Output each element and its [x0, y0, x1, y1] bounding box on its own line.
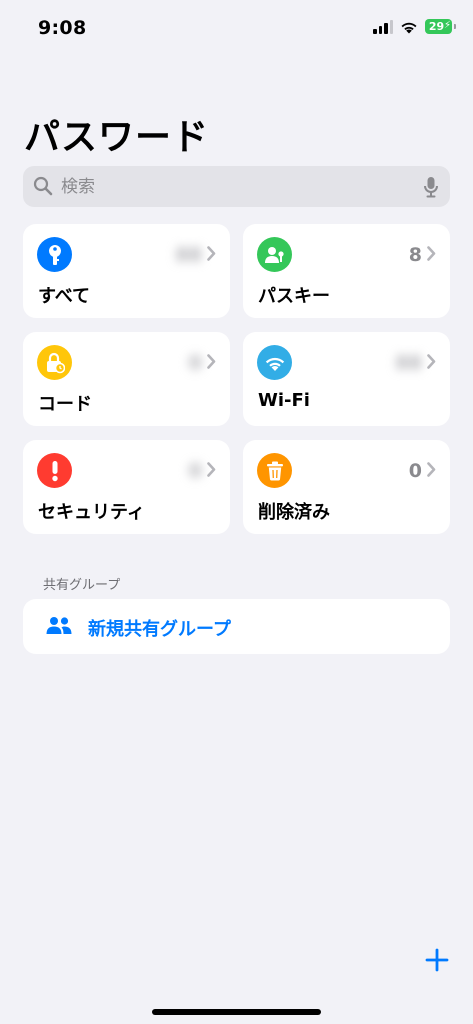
- category-count: 0: [188, 460, 202, 482]
- new-shared-group-label: 新規共有グループ: [88, 619, 231, 640]
- page-title: パスワード: [24, 117, 210, 158]
- category-card-wifi[interactable]: 88 Wi-Fi: [243, 332, 450, 426]
- category-label: コード: [38, 394, 92, 415]
- category-card-deleted[interactable]: 0 削除済み: [243, 440, 450, 534]
- chevron-right-icon: [427, 246, 436, 261]
- category-count: 8: [408, 244, 422, 266]
- category-label: セキュリティ: [38, 502, 145, 523]
- category-count: 0: [408, 460, 422, 482]
- chevron-right-icon: [207, 246, 216, 261]
- category-label: すべて: [38, 286, 91, 307]
- plus-icon[interactable]: [422, 945, 452, 975]
- status-icons: 29 ⚡: [373, 19, 456, 34]
- passwords-screen: 9:08 29 ⚡ パスワード 検索 88 すべて 8 パスキー 0 コード 8…: [0, 0, 473, 1024]
- new-shared-group-button[interactable]: 新規共有グループ: [23, 599, 450, 654]
- battery-level: 29: [428, 20, 445, 33]
- category-count: 88: [175, 244, 202, 266]
- category-card-all[interactable]: 88 すべて: [23, 224, 230, 318]
- status-bar: 9:08 29 ⚡: [0, 0, 473, 56]
- category-count: 0: [188, 352, 202, 374]
- lock-clock-icon: [37, 345, 72, 380]
- person-key-icon: [257, 237, 292, 272]
- category-label: Wi-Fi: [258, 390, 310, 411]
- chevron-right-icon: [207, 354, 216, 369]
- category-card-passkeys[interactable]: 8 パスキー: [243, 224, 450, 318]
- search-input[interactable]: [61, 166, 421, 207]
- key-icon: [37, 237, 72, 272]
- chevron-right-icon: [207, 462, 216, 477]
- category-count: 88: [395, 352, 422, 374]
- microphone-icon[interactable]: [424, 176, 438, 198]
- wifi-icon: [401, 22, 417, 33]
- category-card-codes[interactable]: 0 コード: [23, 332, 230, 426]
- category-card-security[interactable]: 0 セキュリティ: [23, 440, 230, 534]
- battery-charging-icon: 29 ⚡: [425, 19, 456, 34]
- chevron-right-icon: [427, 354, 436, 369]
- people-icon: [46, 617, 72, 634]
- bolt-icon: ⚡: [443, 20, 451, 31]
- chevron-right-icon: [427, 462, 436, 477]
- status-time: 9:08: [38, 17, 87, 39]
- category-label: 削除済み: [258, 502, 330, 523]
- trash-icon: [257, 453, 292, 488]
- search-icon: [33, 176, 53, 196]
- home-indicator[interactable]: [152, 1009, 321, 1015]
- exclamation-icon: [37, 453, 72, 488]
- category-label: パスキー: [258, 286, 330, 307]
- shared-groups-header: 共有グループ: [43, 578, 121, 593]
- wifi-icon: [257, 345, 292, 380]
- search-bar[interactable]: [23, 166, 450, 207]
- cellular-signal-icon: [373, 19, 393, 34]
